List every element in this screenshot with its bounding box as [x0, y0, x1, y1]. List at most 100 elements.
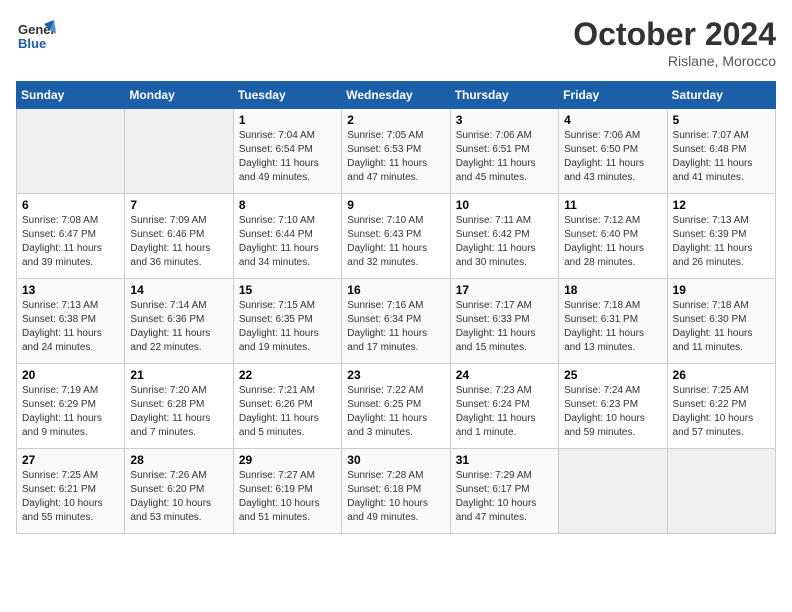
sunrise-text: Sunrise: 7:28 AM	[347, 470, 423, 481]
day-number: 21	[130, 368, 227, 382]
weekday-header-monday: Monday	[125, 82, 233, 109]
day-number: 18	[564, 283, 661, 297]
calendar-cell: 24 Sunrise: 7:23 AM Sunset: 6:24 PM Dayl…	[450, 364, 558, 449]
sunset-text: Sunset: 6:50 PM	[564, 144, 638, 155]
sunrise-text: Sunrise: 7:18 AM	[564, 300, 640, 311]
day-info: Sunrise: 7:07 AM Sunset: 6:48 PM Dayligh…	[673, 129, 770, 185]
calendar-cell: 17 Sunrise: 7:17 AM Sunset: 6:33 PM Dayl…	[450, 279, 558, 364]
day-info: Sunrise: 7:13 AM Sunset: 6:38 PM Dayligh…	[22, 299, 119, 355]
day-number: 7	[130, 198, 227, 212]
day-number: 8	[239, 198, 336, 212]
calendar-cell: 25 Sunrise: 7:24 AM Sunset: 6:23 PM Dayl…	[559, 364, 667, 449]
daylight-text: Daylight: 11 hours and 36 minutes.	[130, 243, 210, 268]
calendar-cell: 29 Sunrise: 7:27 AM Sunset: 6:19 PM Dayl…	[233, 449, 341, 534]
sunrise-text: Sunrise: 7:25 AM	[22, 470, 98, 481]
daylight-text: Daylight: 11 hours and 1 minute.	[456, 413, 536, 438]
sunrise-text: Sunrise: 7:12 AM	[564, 215, 640, 226]
sunrise-text: Sunrise: 7:16 AM	[347, 300, 423, 311]
sunrise-text: Sunrise: 7:10 AM	[347, 215, 423, 226]
day-number: 13	[22, 283, 119, 297]
daylight-text: Daylight: 10 hours and 47 minutes.	[456, 498, 537, 523]
day-number: 3	[456, 113, 553, 127]
day-number: 5	[673, 113, 770, 127]
sunset-text: Sunset: 6:30 PM	[673, 314, 747, 325]
calendar-cell: 12 Sunrise: 7:13 AM Sunset: 6:39 PM Dayl…	[667, 194, 775, 279]
calendar-cell: 10 Sunrise: 7:11 AM Sunset: 6:42 PM Dayl…	[450, 194, 558, 279]
day-info: Sunrise: 7:06 AM Sunset: 6:50 PM Dayligh…	[564, 129, 661, 185]
daylight-text: Daylight: 11 hours and 45 minutes.	[456, 158, 536, 183]
day-info: Sunrise: 7:20 AM Sunset: 6:28 PM Dayligh…	[130, 384, 227, 440]
calendar-cell	[667, 449, 775, 534]
daylight-text: Daylight: 11 hours and 11 minutes.	[673, 328, 753, 353]
sunset-text: Sunset: 6:26 PM	[239, 399, 313, 410]
day-number: 29	[239, 453, 336, 467]
calendar-cell: 3 Sunrise: 7:06 AM Sunset: 6:51 PM Dayli…	[450, 109, 558, 194]
calendar-cell: 1 Sunrise: 7:04 AM Sunset: 6:54 PM Dayli…	[233, 109, 341, 194]
sunrise-text: Sunrise: 7:18 AM	[673, 300, 749, 311]
sunset-text: Sunset: 6:31 PM	[564, 314, 638, 325]
daylight-text: Daylight: 11 hours and 30 minutes.	[456, 243, 536, 268]
sunset-text: Sunset: 6:43 PM	[347, 229, 421, 240]
sunrise-text: Sunrise: 7:29 AM	[456, 470, 532, 481]
calendar-cell: 22 Sunrise: 7:21 AM Sunset: 6:26 PM Dayl…	[233, 364, 341, 449]
sunset-text: Sunset: 6:33 PM	[456, 314, 530, 325]
sunset-text: Sunset: 6:24 PM	[456, 399, 530, 410]
calendar-cell: 27 Sunrise: 7:25 AM Sunset: 6:21 PM Dayl…	[17, 449, 125, 534]
weekday-header-thursday: Thursday	[450, 82, 558, 109]
sunrise-text: Sunrise: 7:24 AM	[564, 385, 640, 396]
sunset-text: Sunset: 6:34 PM	[347, 314, 421, 325]
calendar-cell: 26 Sunrise: 7:25 AM Sunset: 6:22 PM Dayl…	[667, 364, 775, 449]
weekday-header-saturday: Saturday	[667, 82, 775, 109]
sunrise-text: Sunrise: 7:26 AM	[130, 470, 206, 481]
sunrise-text: Sunrise: 7:22 AM	[347, 385, 423, 396]
sunset-text: Sunset: 6:39 PM	[673, 229, 747, 240]
day-number: 24	[456, 368, 553, 382]
day-number: 15	[239, 283, 336, 297]
week-row-5: 27 Sunrise: 7:25 AM Sunset: 6:21 PM Dayl…	[17, 449, 776, 534]
day-info: Sunrise: 7:25 AM Sunset: 6:22 PM Dayligh…	[673, 384, 770, 440]
calendar-cell	[559, 449, 667, 534]
calendar-cell: 11 Sunrise: 7:12 AM Sunset: 6:40 PM Dayl…	[559, 194, 667, 279]
day-info: Sunrise: 7:29 AM Sunset: 6:17 PM Dayligh…	[456, 469, 553, 525]
calendar-cell: 30 Sunrise: 7:28 AM Sunset: 6:18 PM Dayl…	[342, 449, 450, 534]
svg-text:Blue: Blue	[18, 36, 46, 51]
sunset-text: Sunset: 6:20 PM	[130, 484, 204, 495]
calendar-cell	[125, 109, 233, 194]
day-info: Sunrise: 7:26 AM Sunset: 6:20 PM Dayligh…	[130, 469, 227, 525]
week-row-3: 13 Sunrise: 7:13 AM Sunset: 6:38 PM Dayl…	[17, 279, 776, 364]
sunset-text: Sunset: 6:22 PM	[673, 399, 747, 410]
logo-icon: General Blue	[16, 16, 56, 61]
daylight-text: Daylight: 11 hours and 9 minutes.	[22, 413, 102, 438]
daylight-text: Daylight: 11 hours and 13 minutes.	[564, 328, 644, 353]
sunset-text: Sunset: 6:47 PM	[22, 229, 96, 240]
calendar-cell: 9 Sunrise: 7:10 AM Sunset: 6:43 PM Dayli…	[342, 194, 450, 279]
day-info: Sunrise: 7:08 AM Sunset: 6:47 PM Dayligh…	[22, 214, 119, 270]
calendar-cell: 5 Sunrise: 7:07 AM Sunset: 6:48 PM Dayli…	[667, 109, 775, 194]
sunrise-text: Sunrise: 7:13 AM	[22, 300, 98, 311]
sunset-text: Sunset: 6:46 PM	[130, 229, 204, 240]
day-info: Sunrise: 7:19 AM Sunset: 6:29 PM Dayligh…	[22, 384, 119, 440]
daylight-text: Daylight: 10 hours and 59 minutes.	[564, 413, 645, 438]
sunrise-text: Sunrise: 7:05 AM	[347, 130, 423, 141]
day-number: 17	[456, 283, 553, 297]
day-number: 30	[347, 453, 444, 467]
sunset-text: Sunset: 6:53 PM	[347, 144, 421, 155]
daylight-text: Daylight: 11 hours and 39 minutes.	[22, 243, 102, 268]
calendar-table: SundayMondayTuesdayWednesdayThursdayFrid…	[16, 81, 776, 534]
sunrise-text: Sunrise: 7:09 AM	[130, 215, 206, 226]
logo: General Blue	[16, 16, 56, 61]
day-info: Sunrise: 7:25 AM Sunset: 6:21 PM Dayligh…	[22, 469, 119, 525]
day-info: Sunrise: 7:10 AM Sunset: 6:43 PM Dayligh…	[347, 214, 444, 270]
calendar-cell: 20 Sunrise: 7:19 AM Sunset: 6:29 PM Dayl…	[17, 364, 125, 449]
daylight-text: Daylight: 11 hours and 19 minutes.	[239, 328, 319, 353]
calendar-body: 1 Sunrise: 7:04 AM Sunset: 6:54 PM Dayli…	[17, 109, 776, 534]
title-block: October 2024 Rislane, Morocco	[573, 16, 776, 69]
calendar-cell: 13 Sunrise: 7:13 AM Sunset: 6:38 PM Dayl…	[17, 279, 125, 364]
day-number: 26	[673, 368, 770, 382]
sunset-text: Sunset: 6:19 PM	[239, 484, 313, 495]
daylight-text: Daylight: 10 hours and 51 minutes.	[239, 498, 320, 523]
daylight-text: Daylight: 10 hours and 53 minutes.	[130, 498, 211, 523]
day-number: 2	[347, 113, 444, 127]
daylight-text: Daylight: 11 hours and 28 minutes.	[564, 243, 644, 268]
sunrise-text: Sunrise: 7:20 AM	[130, 385, 206, 396]
